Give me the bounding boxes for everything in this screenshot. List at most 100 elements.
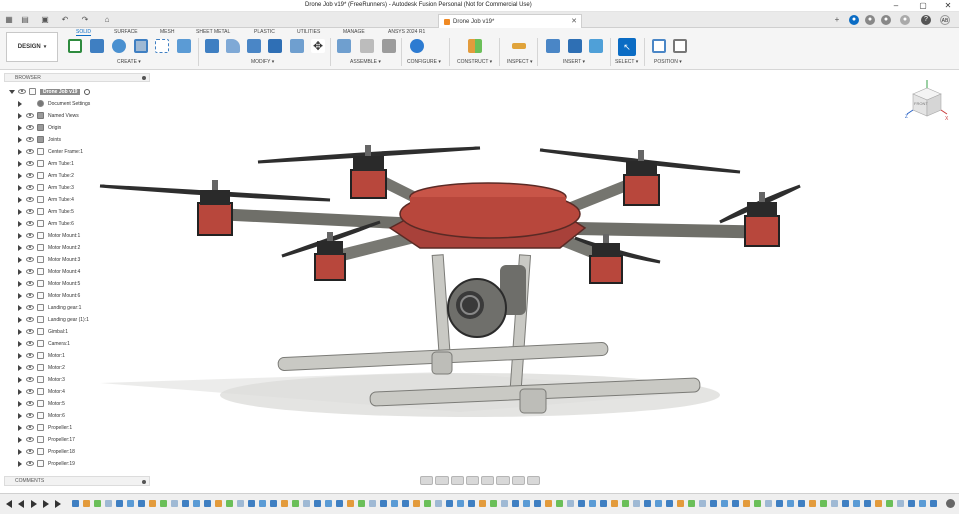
timeline-feature-icon[interactable] <box>644 500 651 507</box>
browser-item[interactable]: Landing gear:1 <box>18 302 81 313</box>
expand-icon[interactable] <box>18 448 22 455</box>
timeline-feature-icon[interactable] <box>380 500 387 507</box>
fillet-icon[interactable] <box>226 39 240 53</box>
timeline-feature-icon[interactable] <box>325 500 332 507</box>
expand-icon[interactable] <box>18 352 22 359</box>
browser-item[interactable]: Arm Tube:4 <box>18 194 74 205</box>
timeline-feature-icon[interactable] <box>787 500 794 507</box>
timeline-feature-icon[interactable] <box>699 500 706 507</box>
display-settings-icon[interactable] <box>496 476 510 485</box>
browser-item[interactable]: Propeller:19 <box>18 458 75 469</box>
expand-icon[interactable] <box>18 364 22 371</box>
browser-item[interactable]: Arm Tube:1 <box>18 158 74 169</box>
extrude-icon[interactable] <box>90 39 104 53</box>
timeline-feature-icon[interactable] <box>897 500 904 507</box>
timeline-feature-icon[interactable] <box>688 500 695 507</box>
redo-icon[interactable]: ↷ <box>80 15 90 25</box>
home-icon[interactable]: ⌂ <box>102 15 112 25</box>
timeline-feature-icon[interactable] <box>611 500 618 507</box>
timeline-feature-icon[interactable] <box>721 500 728 507</box>
more-create-icon[interactable] <box>177 39 191 53</box>
expand-icon[interactable] <box>18 376 22 383</box>
browser-header[interactable]: BROWSER <box>4 73 150 82</box>
grid-menu-icon[interactable]: ▦ <box>4 15 14 25</box>
zoom-icon[interactable] <box>465 476 479 485</box>
visibility-eye-icon[interactable] <box>26 329 34 334</box>
fit-icon[interactable] <box>481 476 495 485</box>
timeline-feature-icon[interactable] <box>578 500 585 507</box>
browser-item[interactable]: Camera:1 <box>18 338 70 349</box>
browser-item[interactable]: Arm Tube:6 <box>18 218 74 229</box>
expand-icon[interactable] <box>18 400 22 407</box>
user-avatar[interactable]: AB <box>940 15 950 25</box>
timeline-feature-icon[interactable] <box>908 500 915 507</box>
browser-item[interactable]: Propeller:18 <box>18 446 75 457</box>
timeline-feature-icon[interactable] <box>226 500 233 507</box>
timeline-feature-icon[interactable] <box>149 500 156 507</box>
new-sketch-icon[interactable] <box>68 39 82 53</box>
insert-mesh-icon[interactable] <box>568 39 582 53</box>
timeline-feature-icon[interactable] <box>435 500 442 507</box>
visibility-eye-icon[interactable] <box>26 365 34 370</box>
timeline-feature-icon[interactable] <box>292 500 299 507</box>
visibility-eye-icon[interactable] <box>26 305 34 310</box>
timeline-feature-icon[interactable] <box>710 500 717 507</box>
insert-image-icon[interactable] <box>589 39 603 53</box>
move-copy-icon[interactable]: ✥ <box>311 39 325 53</box>
timeline-feature-icon[interactable] <box>809 500 816 507</box>
save-icon[interactable]: ▣ <box>40 15 50 25</box>
group-select[interactable]: SELECT ▾ <box>615 59 638 65</box>
timeline-feature-icon[interactable] <box>919 500 926 507</box>
pattern-icon[interactable] <box>155 39 169 53</box>
visibility-eye-icon[interactable] <box>26 173 34 178</box>
browser-item[interactable]: Motor Mount:4 <box>18 266 80 277</box>
timeline-feature-icon[interactable] <box>314 500 321 507</box>
document-tab[interactable]: Drone Job v19* ✕ <box>438 14 582 28</box>
expand-icon[interactable] <box>18 256 22 263</box>
close-tab-icon[interactable]: ✕ <box>571 17 577 25</box>
timeline-feature-icon[interactable] <box>391 500 398 507</box>
timeline-feature-icon[interactable] <box>171 500 178 507</box>
group-create[interactable]: CREATE ▾ <box>117 59 141 65</box>
timeline-feature-icon[interactable] <box>347 500 354 507</box>
tab-manage[interactable]: MANAGE <box>343 29 365 35</box>
timeline-feature-icon[interactable] <box>468 500 475 507</box>
expand-icon[interactable] <box>9 89 15 94</box>
timeline-feature-icon[interactable] <box>457 500 464 507</box>
timeline-feature-icon[interactable] <box>424 500 431 507</box>
browser-item[interactable]: Motor Mount:6 <box>18 290 80 301</box>
tab-plastic[interactable]: PLASTIC <box>254 29 275 35</box>
visibility-eye-icon[interactable] <box>26 317 34 322</box>
view-cube[interactable]: FRONT Z X <box>905 80 951 124</box>
undo-icon[interactable]: ↶ <box>60 15 70 25</box>
timeline-feature-icon[interactable] <box>413 500 420 507</box>
browser-item[interactable]: Arm Tube:2 <box>18 170 74 181</box>
timeline-feature-icon[interactable] <box>237 500 244 507</box>
timeline-feature-icon[interactable] <box>534 500 541 507</box>
tab-mesh[interactable]: MESH <box>160 29 174 35</box>
timeline-feature-icon[interactable] <box>732 500 739 507</box>
timeline-feature-icon[interactable] <box>864 500 871 507</box>
revolve-icon[interactable] <box>112 39 126 53</box>
close-button[interactable]: ✕ <box>935 0 959 12</box>
press-pull-icon[interactable] <box>205 39 219 53</box>
expand-icon[interactable] <box>18 436 22 443</box>
revert-position-icon[interactable] <box>673 39 687 53</box>
expand-icon[interactable] <box>18 424 22 431</box>
timeline-feature-icon[interactable] <box>270 500 277 507</box>
timeline-feature-icon[interactable] <box>655 500 662 507</box>
timeline-feature-icon[interactable] <box>94 500 101 507</box>
timeline-feature-icon[interactable] <box>248 500 255 507</box>
browser-item[interactable]: Arm Tube:3 <box>18 182 74 193</box>
timeline-feature-icon[interactable] <box>72 500 79 507</box>
browser-item[interactable]: Origin <box>18 122 61 133</box>
help-icon[interactable]: ? <box>921 15 931 25</box>
visibility-eye-icon[interactable] <box>26 449 34 454</box>
panel-pin-icon[interactable] <box>142 76 146 80</box>
visibility-eye-icon[interactable] <box>26 425 34 430</box>
timeline-feature-icon[interactable] <box>193 500 200 507</box>
timeline-settings-gear-icon[interactable] <box>946 499 955 508</box>
extensions-icon[interactable]: ● <box>865 15 875 25</box>
browser-item[interactable]: Motor:2 <box>18 362 65 373</box>
expand-icon[interactable] <box>18 340 22 347</box>
